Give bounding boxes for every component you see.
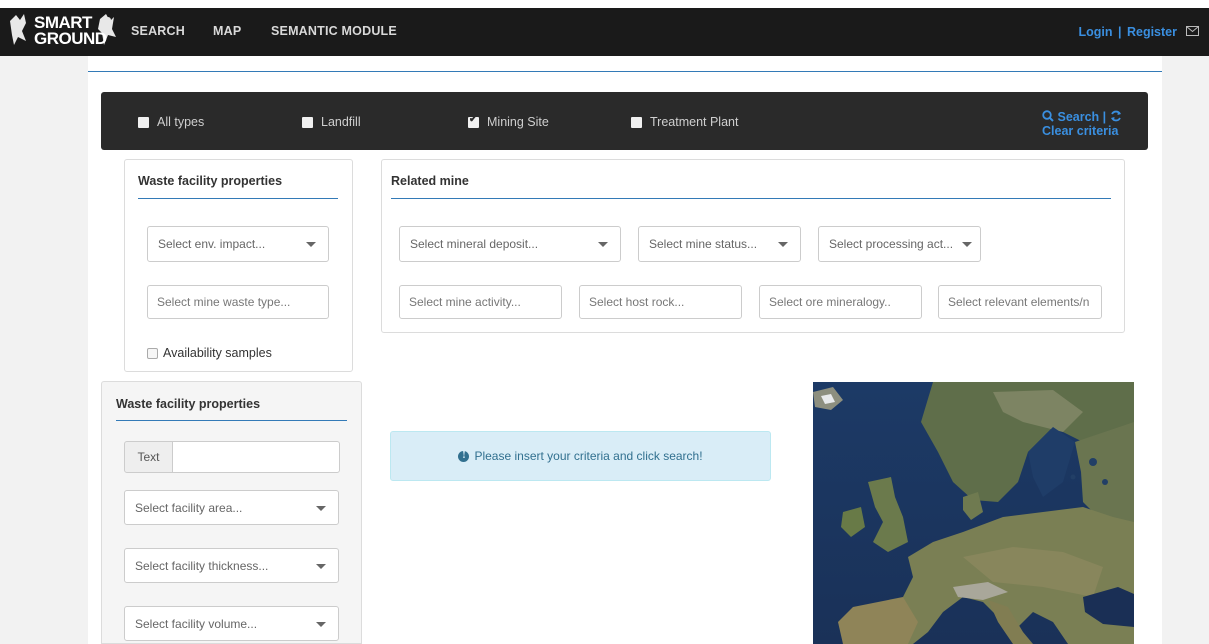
- host-rock-placeholder: Select host rock...: [589, 295, 685, 309]
- search-actions: Search | Clear criteria: [1042, 110, 1148, 138]
- info-message: Please insert your criteria and click se…: [474, 449, 703, 463]
- login-link[interactable]: Login: [1078, 25, 1112, 39]
- logo-text: SMART GROUND: [34, 14, 107, 48]
- waste-facility-panel: [124, 159, 353, 372]
- treatment-plant-label: Treatment Plant: [650, 115, 739, 129]
- top-strip: [0, 0, 1209, 8]
- related-mine-title: Related mine: [391, 174, 469, 188]
- auth-links: Login | Register: [1078, 25, 1177, 39]
- facility-thickness-select[interactable]: Select facility thickness...: [124, 548, 339, 583]
- logo-line-2: GROUND: [34, 29, 107, 48]
- header-rule: [88, 71, 1162, 72]
- facility-area-placeholder: Select facility area...: [135, 500, 243, 515]
- text-search-input[interactable]: [172, 441, 340, 473]
- map-terrain-image: [813, 382, 1134, 644]
- search-separator: |: [1102, 110, 1107, 124]
- chevron-down-icon: [316, 622, 326, 627]
- filter-all-types[interactable]: All types: [138, 115, 204, 129]
- info-alert: ! Please insert your criteria and click …: [390, 431, 771, 481]
- facility-area-select[interactable]: Select facility area...: [124, 490, 339, 525]
- mine-status-placeholder: Select mine status...: [649, 237, 758, 251]
- filter-mining-site[interactable]: Mining Site: [468, 114, 549, 129]
- facility-properties-rule: [116, 420, 347, 421]
- chevron-down-icon: [316, 564, 326, 569]
- facility-thickness-placeholder: Select facility thickness...: [135, 558, 269, 573]
- chevron-down-icon: [962, 242, 972, 247]
- facility-volume-select[interactable]: Select facility volume...: [124, 606, 339, 641]
- nav-search[interactable]: SEARCH: [131, 24, 185, 38]
- chevron-down-icon: [778, 242, 788, 247]
- env-impact-select[interactable]: Select env. impact...: [147, 226, 329, 262]
- text-search-group: Text: [124, 441, 340, 473]
- refresh-icon: [1110, 110, 1121, 122]
- mine-status-select[interactable]: Select mine status...: [638, 226, 801, 262]
- clear-criteria-label: Clear criteria: [1042, 124, 1119, 138]
- waste-facility-panel-title: Waste facility properties: [138, 174, 283, 188]
- nav-map[interactable]: MAP: [213, 24, 241, 38]
- relevant-elements-placeholder: Select relevant elements/n: [948, 295, 1090, 309]
- register-link[interactable]: Register: [1127, 25, 1177, 39]
- availability-samples-label: Availability samples: [163, 346, 272, 360]
- europe-satellite-map[interactable]: [813, 382, 1134, 644]
- host-rock-input[interactable]: Select host rock...: [579, 285, 742, 319]
- ore-mineralogy-placeholder: Select ore mineralogy..: [769, 295, 891, 309]
- related-mine-rule: [391, 198, 1111, 199]
- page-margin-left: [0, 56, 88, 644]
- processing-activity-select[interactable]: Select processing act...: [818, 226, 981, 262]
- filter-treatment-plant[interactable]: Treatment Plant: [631, 115, 738, 129]
- info-circle-icon: !: [458, 450, 470, 462]
- search-label: Search: [1057, 110, 1100, 124]
- filter-landfill[interactable]: Landfill: [302, 115, 361, 129]
- nav-semantic-module[interactable]: SEMANTIC MODULE: [271, 24, 397, 38]
- availability-samples-option[interactable]: Availability samples: [147, 346, 272, 360]
- mineral-deposit-select[interactable]: Select mineral deposit...: [399, 226, 621, 262]
- landfill-checkbox[interactable]: [302, 116, 313, 128]
- search-icon: [1042, 110, 1054, 122]
- text-addon-label: Text: [124, 441, 173, 473]
- mine-activity-placeholder: Select mine activity...: [409, 295, 521, 309]
- mine-waste-type-placeholder: Select mine waste type...: [157, 295, 291, 309]
- all-types-checkbox[interactable]: [138, 116, 149, 128]
- env-impact-placeholder: Select env. impact...: [158, 237, 266, 251]
- chevron-down-icon: [306, 242, 316, 247]
- facility-type-filter-bar: All types Landfill Mining Site Treatment…: [101, 92, 1148, 150]
- processing-activity-placeholder: Select processing act...: [829, 237, 954, 251]
- facility-volume-placeholder: Select facility volume...: [135, 616, 258, 631]
- relevant-elements-input[interactable]: Select relevant elements/n: [938, 285, 1102, 319]
- chevron-down-icon: [316, 506, 326, 511]
- mine-waste-type-input[interactable]: Select mine waste type...: [147, 285, 329, 319]
- auth-separator: |: [1117, 25, 1122, 39]
- landfill-label: Landfill: [321, 115, 361, 129]
- treatment-plant-checkbox[interactable]: [631, 116, 642, 128]
- waste-facility-panel-rule: [138, 198, 338, 199]
- ore-mineralogy-input[interactable]: Select ore mineralogy..: [759, 285, 922, 319]
- facility-properties-title: Waste facility properties: [116, 397, 261, 411]
- mining-site-checkbox[interactable]: [468, 114, 479, 128]
- chevron-down-icon: [598, 242, 608, 247]
- mining-site-label: Mining Site: [487, 115, 549, 129]
- mineral-deposit-placeholder: Select mineral deposit...: [410, 237, 539, 251]
- navbar: SMART GROUND SEARCH MAP SEMANTIC MODULE …: [0, 8, 1209, 56]
- page-margin-right: [1162, 56, 1209, 644]
- all-types-label: All types: [157, 115, 205, 129]
- availability-samples-checkbox[interactable]: [147, 347, 158, 359]
- mine-activity-input[interactable]: Select mine activity...: [399, 285, 562, 319]
- envelope-icon[interactable]: [1186, 26, 1199, 36]
- smartground-logo[interactable]: SMART GROUND: [8, 11, 118, 53]
- search-button[interactable]: Search: [1042, 110, 1103, 124]
